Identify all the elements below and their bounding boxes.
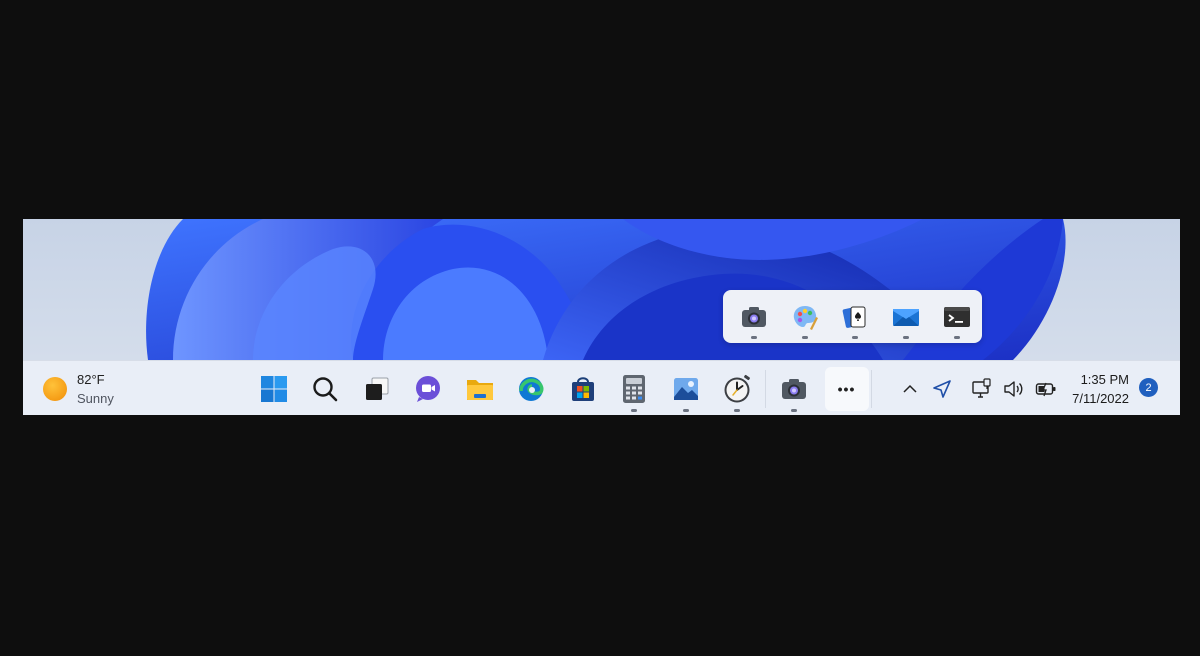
store-icon xyxy=(571,376,594,401)
location-button[interactable] xyxy=(931,378,953,400)
running-indicator xyxy=(801,336,808,339)
overflow-item-terminal[interactable] xyxy=(931,290,982,343)
taskbar-separator xyxy=(765,369,766,408)
battery-button[interactable] xyxy=(1035,378,1057,400)
desktop-frame: 82°F Sunny ••• 1:35 PM 7/11/2022 2 xyxy=(23,219,1180,415)
running-indicator xyxy=(751,336,758,339)
show-more-button[interactable]: ••• xyxy=(824,366,869,411)
photos-button[interactable] xyxy=(660,361,712,415)
cards-icon xyxy=(843,306,866,328)
clock-time: 1:35 PM xyxy=(1080,372,1129,387)
weather-temperature: 82°F xyxy=(77,372,105,387)
running-indicator xyxy=(852,336,859,339)
bloom-wallpaper-art xyxy=(146,219,1066,360)
clock-date-button[interactable]: 1:35 PM 7/11/2022 xyxy=(1059,370,1129,408)
taskbar-separator xyxy=(870,369,872,408)
weather-text: 82°F Sunny xyxy=(77,370,114,408)
volume-icon xyxy=(1004,380,1023,397)
overflow-item-paint[interactable] xyxy=(780,290,831,343)
search-icon xyxy=(313,376,338,401)
taskbar: 82°F Sunny ••• 1:35 PM 7/11/2022 2 xyxy=(23,360,1180,415)
calculator-icon xyxy=(623,374,646,403)
running-indicator xyxy=(682,409,689,412)
running-indicator xyxy=(903,336,910,339)
running-indicator xyxy=(953,336,960,339)
terminal-icon xyxy=(943,306,970,327)
taskbar-apps: ••• xyxy=(248,361,874,415)
taskbar-overflow-menu xyxy=(723,290,982,343)
volume-button[interactable] xyxy=(1003,378,1025,400)
start-button[interactable] xyxy=(248,361,300,415)
overflow-item-solitaire[interactable] xyxy=(830,290,881,343)
running-indicator xyxy=(734,409,741,412)
alarms-clock-button[interactable] xyxy=(712,361,764,415)
task-view-icon xyxy=(365,377,389,400)
camera-button[interactable] xyxy=(768,361,820,415)
overflow-item-mail[interactable] xyxy=(881,290,932,343)
show-hidden-icons-button[interactable] xyxy=(899,378,921,400)
store-button[interactable] xyxy=(557,361,609,415)
battery-icon xyxy=(1035,382,1056,396)
location-icon xyxy=(933,379,951,398)
overflow-item-camera[interactable] xyxy=(729,290,780,343)
clock-icon xyxy=(724,374,751,402)
photos-icon xyxy=(673,377,698,400)
folder-icon xyxy=(466,379,493,400)
clock-date: 7/11/2022 xyxy=(1072,391,1129,406)
file-explorer-button[interactable] xyxy=(454,361,506,415)
video-chat-icon xyxy=(416,375,441,402)
mail-icon xyxy=(893,308,920,326)
camera-icon xyxy=(781,378,806,399)
running-indicator xyxy=(790,409,797,412)
edge-button[interactable] xyxy=(506,361,558,415)
weather-condition: Sunny xyxy=(77,391,114,406)
system-tray xyxy=(899,361,1057,415)
edge-browser-icon xyxy=(519,376,544,401)
notification-badge[interactable]: 2 xyxy=(1139,378,1158,397)
windows-logo-icon xyxy=(260,375,287,402)
search-button[interactable] xyxy=(300,361,352,415)
network-icon xyxy=(972,377,991,398)
desktop-wallpaper xyxy=(23,219,1180,360)
paint-palette-icon xyxy=(793,305,818,330)
running-indicator xyxy=(631,409,638,412)
network-button[interactable] xyxy=(971,377,993,400)
camera-icon xyxy=(742,306,767,327)
calculator-button[interactable] xyxy=(609,361,661,415)
chevron-up-icon xyxy=(903,384,917,393)
chat-button[interactable] xyxy=(403,361,455,415)
weather-widget[interactable]: 82°F Sunny xyxy=(43,369,114,409)
task-view-button[interactable] xyxy=(351,361,403,415)
sun-icon xyxy=(43,377,67,401)
